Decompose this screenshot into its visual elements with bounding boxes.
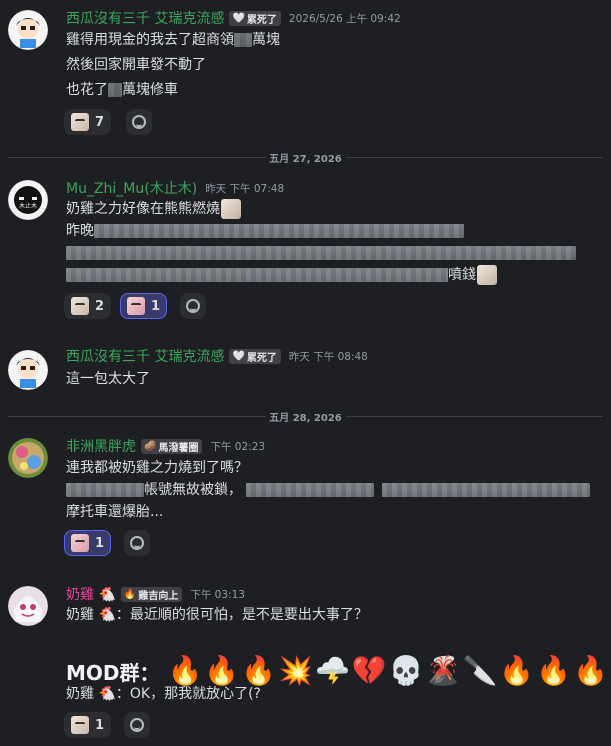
chip-icon: 🥔 [144, 440, 157, 452]
smile-icon [132, 115, 146, 129]
message-text: 然後回家開車發不動了 [66, 57, 206, 73]
avatar[interactable] [8, 586, 48, 626]
heart-icon: 🤍 [232, 12, 245, 24]
cat-emoji-icon [71, 716, 89, 734]
message-text: 奶雞 🐔：最近順的很可怕，是不是要出大事了？ [66, 607, 368, 623]
cat-emoji-icon [221, 199, 241, 219]
username[interactable]: Mu_Zhi_Mu(木止木) [66, 178, 197, 198]
message-text: 奶雞之力好像在熊熊燃燒 [66, 198, 242, 220]
message-text: 連我都被奶雞之力燒到了嗎？ [66, 460, 248, 476]
storm-icon: 🌩️ [315, 654, 350, 687]
add-reaction-button[interactable] [124, 530, 150, 556]
date-divider: 五月 27, 2026 [8, 150, 603, 165]
add-reaction-button[interactable] [180, 293, 206, 319]
date-divider: 五月 28, 2026 [8, 409, 603, 424]
message-text: 帳號無故被鎖， [66, 479, 590, 501]
reaction-button[interactable]: 1 [64, 712, 112, 738]
username[interactable]: 非洲黑胖虎 [66, 436, 136, 456]
message-text: 噴錢 [66, 264, 498, 286]
cat-emoji-icon [477, 265, 497, 285]
reaction-button[interactable]: 7 [64, 109, 112, 135]
timestamp: 下午 03:13 [190, 588, 245, 601]
add-reaction-button[interactable] [126, 109, 152, 135]
avatar[interactable] [8, 10, 48, 50]
message-text [66, 242, 576, 264]
pig-emoji-icon [71, 534, 89, 552]
role-tag: 🥔 馬潑薯圈 [141, 438, 203, 454]
heart-icon: 🤍 [232, 350, 245, 362]
cat-emoji-icon [71, 113, 89, 131]
cat-emoji-icon [71, 297, 89, 315]
role-tag: 🤍 累死了 [229, 10, 281, 26]
svg-text:木止木: 木止木 [19, 202, 37, 210]
timestamp: 昨天 下午 08:48 [288, 350, 368, 363]
role-tag: 🤍 累死了 [229, 348, 281, 364]
avatar[interactable] [8, 438, 48, 478]
username[interactable]: 西瓜沒有三千 艾瑞克流感 [66, 8, 224, 28]
explosion-icon: 💥 [278, 654, 314, 687]
fire-icon: 🔥 [499, 654, 535, 687]
message-text: 昨晚 [66, 220, 464, 242]
fire-icon: 🔥 [573, 654, 609, 687]
add-reaction-button[interactable] [124, 712, 150, 738]
username[interactable]: 奶雞 🐔 [66, 584, 116, 604]
timestamp: 下午 02:23 [210, 440, 266, 453]
smile-icon [130, 536, 144, 550]
message-text: 雞得用現金的我去了超商領 萬塊 [66, 32, 280, 48]
broken-heart-icon: 💔 [351, 654, 387, 687]
reaction-button-selected[interactable]: 1 [64, 530, 112, 556]
smile-icon [186, 299, 200, 313]
knife-icon: 🔪 [462, 654, 498, 687]
reaction-button[interactable]: 2 [64, 293, 112, 319]
pig-emoji-icon [127, 297, 145, 315]
avatar[interactable]: 木止木 [8, 180, 48, 220]
reaction-button-selected[interactable]: 1 [120, 293, 168, 319]
timestamp: 2026/5/26 上午 09:42 [288, 12, 401, 25]
fire-icon: 🔥 [123, 588, 137, 600]
volcano-icon: 🌋 [425, 654, 461, 687]
skull-icon: 💀 [388, 654, 424, 687]
fire-icon: 🔥 [536, 654, 572, 687]
message-text: 奶雞 🐔：OK，那我就放心了(? [66, 686, 261, 702]
timestamp: 昨天 下午 07:48 [205, 182, 285, 195]
message-text: 也花了 萬塊修車 [66, 82, 178, 98]
role-tag: 🔥 雞吉向上 [120, 586, 183, 602]
avatar[interactable] [8, 350, 48, 390]
message-text: 摩托車還爆胎... [66, 504, 164, 520]
message-text: 這一包太大了 [66, 371, 150, 387]
username[interactable]: 西瓜沒有三千 艾瑞克流感 [66, 346, 224, 366]
smile-icon [130, 718, 144, 732]
